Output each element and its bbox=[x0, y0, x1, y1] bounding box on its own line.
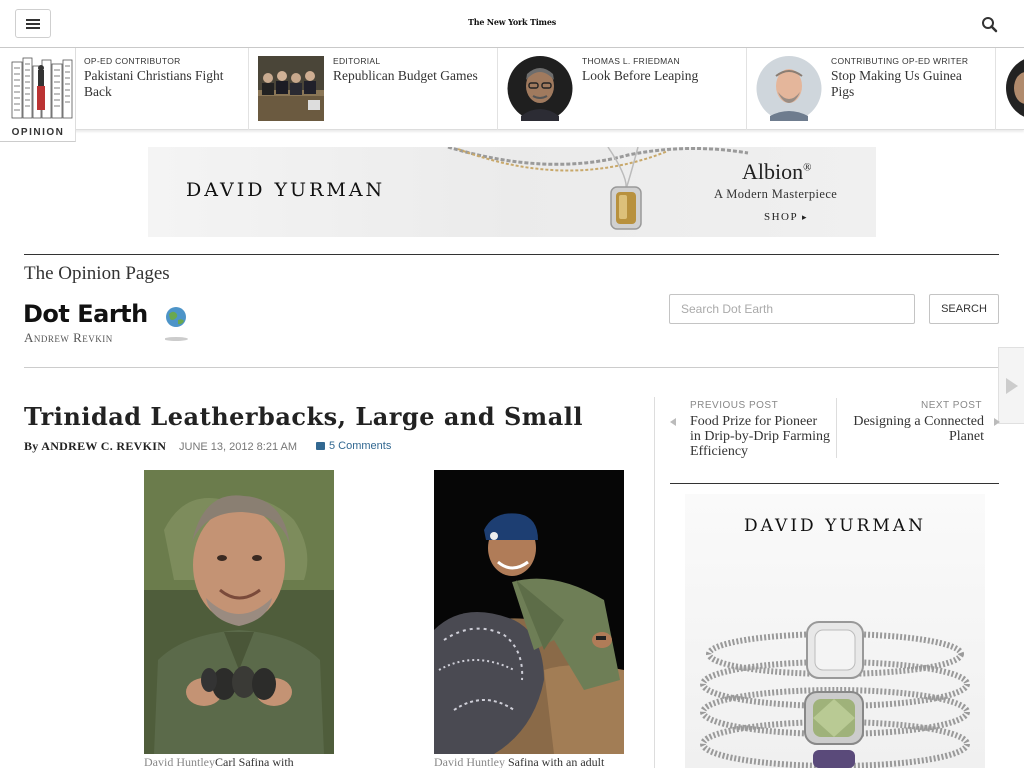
divider bbox=[24, 254, 999, 255]
ribbon-kicker: THOMAS L. FRIEDMAN bbox=[582, 56, 680, 66]
menu-button[interactable] bbox=[15, 9, 51, 38]
ribbon-kicker: OP-ED CONTRIBUTOR bbox=[84, 56, 181, 66]
search-input[interactable] bbox=[669, 294, 915, 324]
column-divider bbox=[654, 397, 655, 768]
ribbon-item-4[interactable]: CONTRIBUTING OP-ED WRITER Stop Making Us… bbox=[747, 48, 996, 130]
ribbon-item-1[interactable]: OP-ED CONTRIBUTOR Pakistani Christians F… bbox=[76, 48, 249, 130]
ad-brand: DAVID YURMAN bbox=[186, 179, 386, 201]
photo-credit: David Huntley bbox=[434, 755, 505, 768]
blog-author[interactable]: Andrew Revkin bbox=[24, 330, 113, 346]
ad-tagline: A Modern Masterpiece bbox=[714, 187, 838, 201]
opinion-section-tab[interactable]: OPINION bbox=[0, 48, 76, 142]
ribbon-avatar bbox=[756, 56, 822, 121]
arrow-right-icon bbox=[994, 418, 1000, 426]
byline: By ANDREW C. REVKIN bbox=[24, 439, 167, 453]
opinion-label: OPINION bbox=[11, 127, 65, 138]
article-photo-2[interactable] bbox=[434, 470, 624, 754]
photo-caption-2: David Huntley Safina with an adult bbox=[434, 755, 605, 768]
side-nav-tab[interactable] bbox=[998, 347, 1024, 424]
arrow-left-icon bbox=[670, 418, 676, 426]
section-title[interactable]: The Opinion Pages bbox=[24, 263, 170, 285]
opinion-ribbon: OP-ED CONTRIBUTOR Pakistani Christians F… bbox=[0, 48, 1024, 142]
ribbon-title: Pakistani Christians Fight Back bbox=[84, 68, 224, 99]
ad-product: Albion® bbox=[742, 159, 812, 184]
side-ad[interactable]: DAVID YURMAN bbox=[685, 494, 985, 768]
ribbon-item-2[interactable]: EDITORIAL Republican Budget Games bbox=[249, 48, 498, 130]
article-photo-1[interactable] bbox=[144, 470, 334, 754]
previous-post-title: Food Prize for Pioneer in Drip-by-Drip F… bbox=[690, 414, 830, 459]
comment-icon bbox=[316, 442, 325, 450]
search-button[interactable]: SEARCH bbox=[929, 294, 999, 324]
previous-post-label: PREVIOUS POST bbox=[690, 400, 779, 411]
next-post-title: Designing a Connected Planet bbox=[853, 414, 984, 444]
ribbon-avatar-partial bbox=[1006, 59, 1024, 117]
ad-banner[interactable]: DAVID YURMAN Albion® A Modern Masterpiec… bbox=[148, 147, 876, 237]
ribbon-title: Look Before Leaping bbox=[582, 68, 699, 83]
search-icon[interactable] bbox=[980, 15, 1000, 35]
comments-link[interactable]: 5 Comments bbox=[316, 440, 391, 452]
ribbon-title: Republican Budget Games bbox=[333, 68, 478, 83]
photo-credit: David Huntley bbox=[144, 755, 215, 768]
article-headline: Trinidad Leatherbacks, Large and Small bbox=[24, 402, 583, 431]
divider bbox=[24, 367, 999, 368]
top-header: The New York Times bbox=[0, 0, 1024, 48]
ribbon-thumbnail bbox=[258, 56, 324, 121]
ad-shop-link[interactable]: SHOP ▸ bbox=[764, 211, 808, 223]
next-post-link[interactable]: NEXT POST Designing a Connected Planet bbox=[836, 398, 1000, 458]
hamburger-icon bbox=[26, 18, 40, 29]
divider bbox=[670, 483, 999, 484]
ribbon-title: Stop Making Us Guinea Pigs bbox=[831, 68, 962, 99]
ribbon-item-5[interactable] bbox=[996, 48, 1024, 130]
ribbon-item-3[interactable]: THOMAS L. FRIEDMAN Look Before Leaping bbox=[498, 48, 747, 130]
blog-title[interactable]: Dot Earth bbox=[23, 300, 148, 328]
arrow-right-icon bbox=[1006, 378, 1018, 394]
dateline: JUNE 13, 2012 8:21 AM bbox=[179, 441, 298, 453]
bracelet-graphic bbox=[700, 621, 970, 768]
ribbon-kicker: CONTRIBUTING OP-ED WRITER bbox=[831, 56, 969, 66]
ribbon-avatar bbox=[507, 56, 573, 121]
previous-post-link[interactable]: PREVIOUS POST Food Prize for Pioneer in … bbox=[670, 398, 834, 459]
author-link[interactable]: ANDREW C. REVKIN bbox=[41, 439, 166, 453]
next-post-label: NEXT POST bbox=[921, 400, 982, 411]
photo-caption-1: David HuntleyCarl Safina with bbox=[144, 755, 294, 768]
nyt-logo[interactable]: The New York Times bbox=[462, 17, 562, 27]
ribbon-kicker: EDITORIAL bbox=[333, 56, 381, 66]
globe-icon bbox=[164, 306, 188, 341]
chevron-right-icon: ▸ bbox=[801, 212, 808, 222]
opinion-illustration bbox=[10, 56, 74, 120]
